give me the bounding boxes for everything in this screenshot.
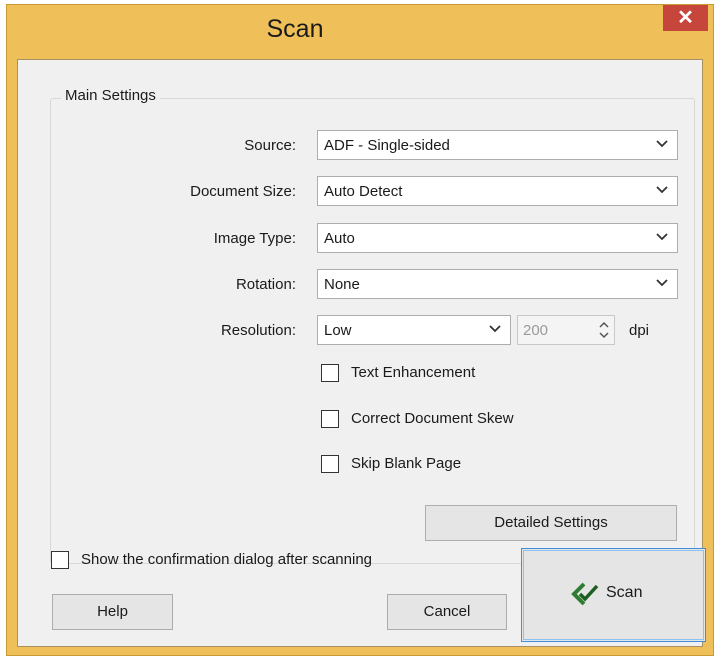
confirmation-checkbox[interactable] (51, 551, 69, 569)
image-type-select[interactable]: Auto (317, 223, 678, 253)
window-title: Scan (266, 15, 324, 43)
rotation-label: Rotation: (235, 276, 296, 293)
image-type-value: Auto (324, 230, 355, 247)
resolution-select[interactable]: Low (317, 315, 511, 345)
chevron-down-icon (489, 325, 501, 333)
image-type-label: Image Type: (213, 230, 296, 247)
cancel-button[interactable]: Cancel (387, 594, 507, 630)
scan-window: Scan ✕ Main Settings Source: ADF - Singl… (6, 4, 714, 656)
resolution-value: Low (324, 322, 352, 339)
document-size-value: Auto Detect (324, 183, 403, 200)
scan-button-label: Scan (606, 584, 643, 601)
source-select[interactable]: ADF - Single-sided (317, 130, 678, 160)
chevron-down-icon (656, 279, 668, 287)
title-bar[interactable]: Scan ✕ (7, 5, 713, 59)
text-enhancement-label[interactable]: Text Enhancement (351, 364, 475, 381)
confirmation-label[interactable]: Show the confirmation dialog after scann… (81, 551, 372, 568)
main-settings-group: Main Settings Source: ADF - Single-sided… (50, 87, 695, 564)
chevron-down-icon (656, 140, 668, 148)
rotation-value: None (324, 276, 360, 293)
chevron-down-icon (656, 186, 668, 194)
source-label: Source: (244, 137, 296, 154)
dialog-body: Main Settings Source: ADF - Single-sided… (17, 59, 706, 647)
document-size-select[interactable]: Auto Detect (317, 176, 678, 206)
scan-icon (571, 582, 599, 606)
detailed-settings-button[interactable]: Detailed Settings (425, 505, 677, 541)
document-size-label: Document Size: (190, 183, 296, 200)
scan-button[interactable]: Scan (521, 548, 706, 642)
skip-blank-page-label[interactable]: Skip Blank Page (351, 455, 461, 472)
dpi-value: 200 (523, 322, 549, 339)
close-icon: ✕ (677, 7, 694, 29)
rotation-select[interactable]: None (317, 269, 678, 299)
source-value: ADF - Single-sided (324, 137, 450, 154)
resolution-label: Resolution: (220, 322, 296, 339)
close-button[interactable]: ✕ (663, 5, 708, 31)
text-enhancement-checkbox[interactable] (321, 364, 339, 382)
correct-document-skew-checkbox[interactable] (321, 410, 339, 428)
main-settings-label: Main Settings (61, 87, 160, 104)
help-button[interactable]: Help (52, 594, 173, 630)
spinner-arrows-icon[interactable] (597, 319, 611, 341)
skip-blank-page-checkbox[interactable] (321, 455, 339, 473)
chevron-down-icon (656, 233, 668, 241)
correct-document-skew-label[interactable]: Correct Document Skew (351, 410, 514, 427)
dpi-unit-label: dpi (629, 322, 650, 339)
dpi-spinner[interactable]: 200 (517, 315, 615, 345)
